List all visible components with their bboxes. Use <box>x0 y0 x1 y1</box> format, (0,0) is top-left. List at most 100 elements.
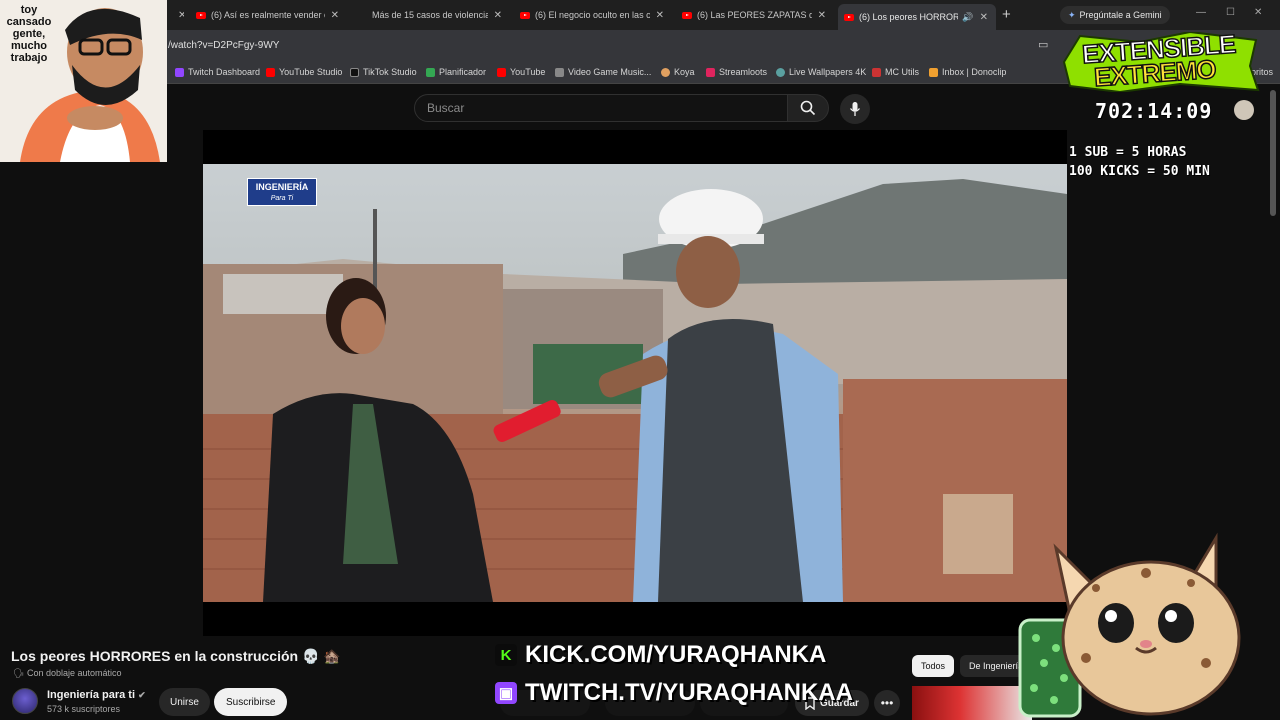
bookmark-tiktok-studio[interactable]: TikTok Studio <box>350 67 417 77</box>
bookmark-streamloots[interactable]: Streamloots <box>706 67 767 77</box>
url-field[interactable]: /watch?v=D2PcFgy-9WY <box>168 40 279 51</box>
bookmark-label: Planificador <box>439 67 487 77</box>
kick-logo-icon: K <box>495 644 517 666</box>
voice-search-button[interactable] <box>840 94 870 124</box>
youtube-studio-icon <box>266 67 275 77</box>
kick-url: KICK.COM/YURAQHANKA <box>525 641 827 668</box>
channel-name[interactable]: Ingeniería para ti <box>47 689 135 701</box>
browser-tab[interactable]: (6) Así es realmente vender ch ✕ <box>190 4 347 26</box>
bookmark-label: TikTok Studio <box>363 67 417 77</box>
more-options-icon[interactable]: ••• <box>874 690 900 716</box>
dub-icon: 🗣 <box>13 668 25 678</box>
bookmark-koya[interactable]: Koya <box>661 67 695 77</box>
planner-icon <box>426 67 435 77</box>
tab-label: (6) Así es realmente vender ch <box>211 10 325 20</box>
bookmark-label: Streamloots <box>719 67 768 77</box>
bookmark-label: YouTube Studio <box>279 67 343 77</box>
minimize-icon[interactable]: — <box>1196 7 1206 18</box>
auto-dub-label: 🗣 Con doblaje automático <box>13 668 122 679</box>
tab-label: (6) Las PEORES ZAPATAS que h <box>697 10 812 20</box>
search-icon <box>800 100 816 116</box>
bookmark-planificador[interactable]: Planificador <box>426 67 486 77</box>
bookmark-label: Twitch Dashboard <box>188 67 261 77</box>
tab-label: (6) El negocio oculto en las co <box>535 10 650 20</box>
youtube-favicon-icon <box>844 13 854 21</box>
browser-tab-active[interactable]: (6) Los peores HORRORES 🔊 ✕ <box>838 4 996 30</box>
cat-paw-icon <box>1234 100 1254 120</box>
join-button[interactable]: Unirse <box>159 688 210 716</box>
bookmark-live-wallpapers[interactable]: Live Wallpapers 4K <box>776 67 866 77</box>
browser-tab[interactable]: (6) Las PEORES ZAPATAS que h ✕ <box>676 4 834 26</box>
subathon-banner: EXTENSIBLE EXTREMO <box>1060 28 1260 93</box>
subathon-timer: 702:14:09 <box>1095 99 1213 123</box>
browser-tab[interactable]: ✕ <box>166 4 184 26</box>
subathon-rules: 1 SUB = 5 HORAS 100 KICKS = 50 MIN <box>1069 143 1210 181</box>
twitch-icon <box>175 67 184 77</box>
bookmark-mc-utils[interactable]: MC Utils <box>872 67 919 77</box>
video-player[interactable]: INGENIERÍA Para Ti <box>203 130 1067 636</box>
bookmark-video-game-music[interactable]: Video Game Music... <box>555 67 651 77</box>
subscriber-count: 573 k suscriptores <box>47 704 121 714</box>
twitch-url: TWITCH.TV/YURAQHANKAA <box>525 679 853 706</box>
close-window-icon[interactable]: ✕ <box>1254 7 1262 18</box>
recommended-thumbnail[interactable] <box>912 686 1032 720</box>
bookmark-label: Video Game Music... <box>568 67 652 77</box>
screen: ✕ (6) Así es realmente vender ch ✕ Más d… <box>0 0 1280 720</box>
chip-all[interactable]: Todos <box>912 655 955 677</box>
youtube-favicon-icon <box>682 11 692 19</box>
channel-avatar[interactable] <box>12 688 38 714</box>
search-button[interactable] <box>787 94 829 122</box>
cast-icon[interactable]: ▭ <box>1038 38 1048 51</box>
bookmark-label: Inbox | Donoclip <box>942 67 1007 77</box>
rule-sub: 1 SUB = 5 HORAS <box>1069 145 1187 160</box>
bookmark-label: YouTube <box>510 67 546 77</box>
close-tab-icon[interactable]: ✕ <box>331 10 339 21</box>
bookmark-youtube[interactable]: YouTube <box>497 67 545 77</box>
twitch-link-overlay: ▣ TWITCH.TV/YURAQHANKAA <box>495 678 853 708</box>
youtube-favicon-icon <box>520 11 530 19</box>
bookmark-twitch-dashboard[interactable]: Twitch Dashboard <box>175 67 260 77</box>
bookmark-youtube-studio[interactable]: YouTube Studio <box>266 67 342 77</box>
subscribe-button[interactable]: Suscribirse <box>214 688 288 716</box>
page-scrollbar[interactable] <box>1270 90 1276 216</box>
close-tab-icon[interactable]: ✕ <box>178 10 184 21</box>
browser-tab[interactable]: (6) El negocio oculto en las co ✕ <box>514 4 672 26</box>
video-scene-illustration <box>203 179 1067 602</box>
watermark-line2: Para Ti <box>270 195 294 202</box>
dub-text: Con doblaje automático <box>26 668 122 678</box>
music-icon <box>555 67 564 77</box>
search-input[interactable]: Buscar <box>414 94 788 122</box>
donoclip-icon <box>929 67 938 77</box>
bookmark-label: MC Utils <box>885 67 919 77</box>
microphone-icon <box>849 102 861 116</box>
new-tab-plus-icon[interactable]: + <box>1002 6 1011 23</box>
close-tab-icon[interactable]: ✕ <box>656 10 664 21</box>
kick-link-overlay: K KICK.COM/YURAQHANKA <box>495 640 826 670</box>
watermark-line1: INGENIERÍA <box>255 182 309 192</box>
tiktok-icon <box>350 67 359 77</box>
video-title: Los peores HORRORES en la construcción 💀… <box>11 648 341 664</box>
wallpaper-icon <box>776 67 785 77</box>
koya-icon <box>661 67 670 77</box>
close-tab-icon[interactable]: ✕ <box>494 10 502 21</box>
gemini-button[interactable]: ✦ Pregúntale a Gemini <box>1060 6 1170 24</box>
channel-name-row[interactable]: Ingeniería para ti ✔ <box>47 689 146 701</box>
close-tab-icon[interactable]: ✕ <box>818 10 826 21</box>
cat-mascot-illustration <box>1018 532 1241 718</box>
cat-mascot-overlay <box>1016 528 1280 720</box>
video-frame: INGENIERÍA Para Ti <box>203 164 1067 602</box>
speaker-icon[interactable]: 🔊 <box>962 12 973 23</box>
bookmark-inbox-donoclip[interactable]: Inbox | Donoclip <box>929 67 1006 77</box>
maximize-icon[interactable]: ☐ <box>1226 7 1235 18</box>
rule-kicks: 100 KICKS = 50 MIN <box>1069 164 1210 179</box>
youtube-icon <box>497 67 506 77</box>
twitch-logo-icon: ▣ <box>495 682 517 704</box>
close-tab-icon[interactable]: ✕ <box>980 12 988 23</box>
bookmark-label: Koya <box>674 67 695 77</box>
tab-label: Más de 15 casos de violencia <box>372 10 488 20</box>
browser-tab[interactable]: Más de 15 casos de violencia ✕ <box>352 4 510 26</box>
gemini-sparkle-icon: ✦ <box>1068 9 1076 20</box>
streamer-avatar-overlay: toy cansado gente, mucho trabajo <box>0 0 167 162</box>
browser-tab-strip: ✕ (6) Así es realmente vender ch ✕ Más d… <box>0 0 1280 30</box>
mc-utils-icon <box>872 67 881 77</box>
